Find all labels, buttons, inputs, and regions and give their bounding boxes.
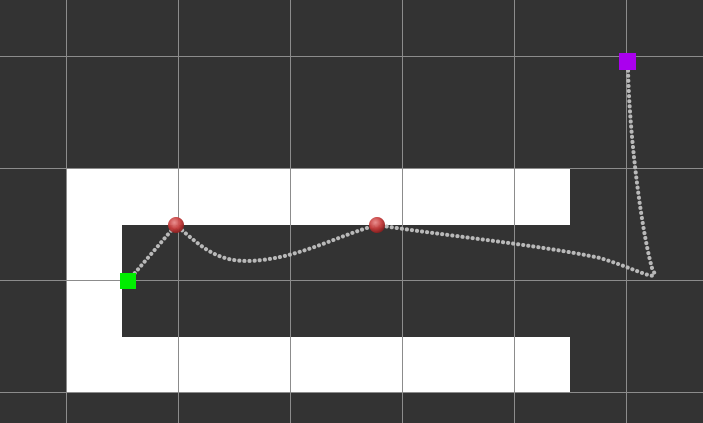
waypoint-marker-1[interactable] xyxy=(168,217,184,233)
waypoint-marker-2[interactable] xyxy=(369,217,385,233)
start-marker[interactable] xyxy=(120,273,136,289)
planning-canvas[interactable] xyxy=(0,0,703,423)
planner-viewport[interactable] xyxy=(0,0,703,423)
goal-marker[interactable] xyxy=(619,53,636,70)
